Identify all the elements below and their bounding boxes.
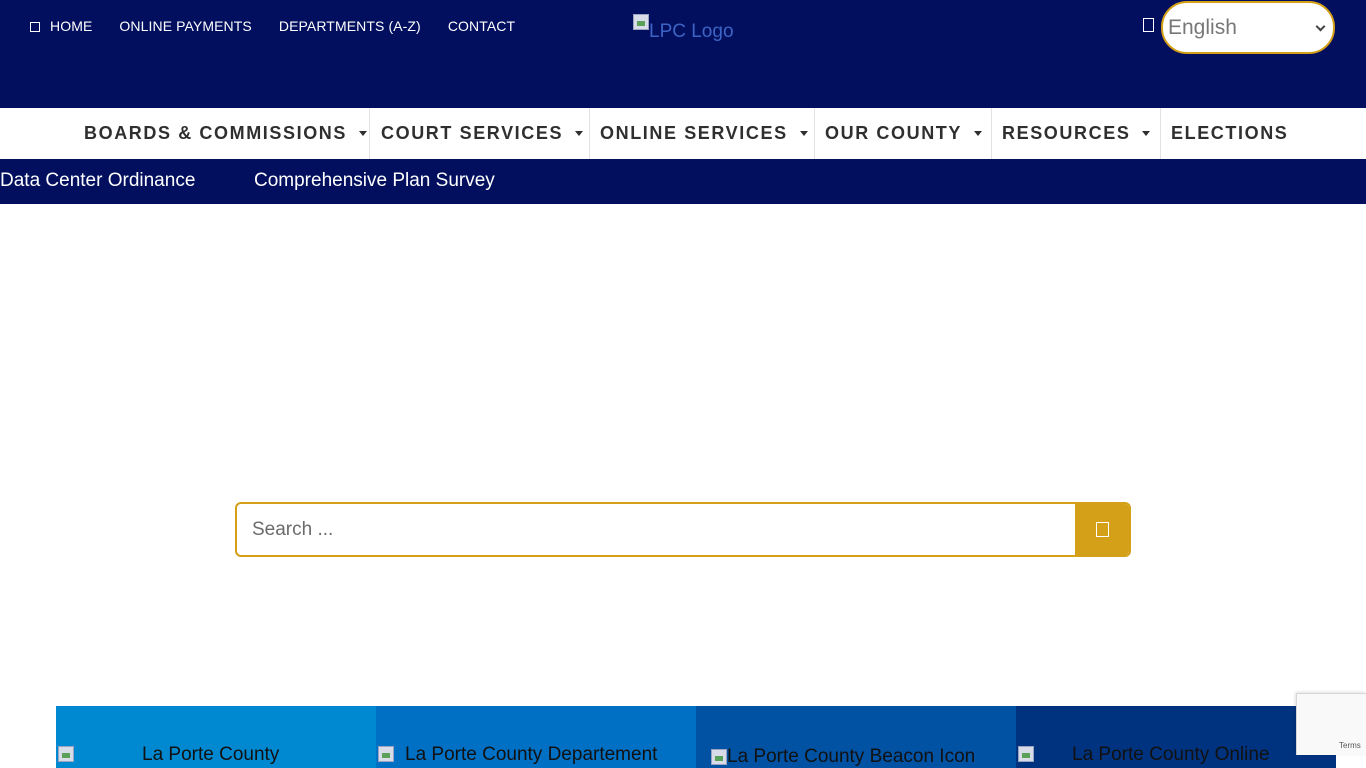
- caret-down-icon: [1142, 131, 1151, 136]
- broken-image-icon: [711, 749, 727, 765]
- site-logo[interactable]: LPC Logo: [633, 14, 734, 44]
- nav-divider: [589, 108, 590, 159]
- broken-image-icon: [58, 746, 74, 762]
- quick-link-tile[interactable]: La Porte County Departement: [376, 706, 696, 768]
- nav-divider: [369, 108, 370, 159]
- broken-image-icon: [378, 746, 394, 762]
- online-payments-link[interactable]: ONLINE PAYMENTS: [119, 18, 251, 34]
- search-button[interactable]: [1075, 504, 1129, 555]
- nav-label: ELECTIONS: [1171, 123, 1289, 143]
- tile-label: La Porte County Online: [1072, 744, 1270, 765]
- nav-court-services[interactable]: COURT SERVICES: [381, 108, 584, 159]
- search-icon: [1095, 522, 1109, 537]
- contact-link[interactable]: CONTACT: [448, 18, 515, 34]
- broken-image-icon: [1018, 746, 1034, 762]
- nav-elections[interactable]: ELECTIONS: [1171, 108, 1288, 159]
- main-nav: BOARDS & COMMISSIONS COURT SERVICES ONLI…: [0, 108, 1366, 159]
- announcement-bar: Data Center Ordinance Comprehensive Plan…: [0, 159, 1366, 204]
- language-selected-value: English: [1168, 15, 1237, 39]
- caret-down-icon: [359, 131, 368, 136]
- nav-label: ONLINE SERVICES: [600, 123, 788, 143]
- caret-down-icon: [974, 131, 982, 136]
- nav-label: BOARDS & COMMISSIONS: [84, 123, 348, 143]
- tile-label: La Porte County Beacon Icon: [727, 746, 976, 767]
- search-input[interactable]: [237, 504, 1077, 555]
- data-center-ordinance-link[interactable]: Data Center Ordinance: [0, 170, 195, 192]
- departments-link[interactable]: DEPARTMENTS (A-Z): [279, 18, 421, 34]
- nav-divider: [991, 108, 992, 159]
- language-select[interactable]: English: [1161, 1, 1335, 54]
- site-search: [235, 502, 1131, 557]
- home-label: HOME: [50, 18, 93, 34]
- home-link[interactable]: HOME: [30, 18, 92, 34]
- nav-label: RESOURCES: [1002, 123, 1131, 143]
- quick-link-tile[interactable]: La Porte County Beacon Icon: [696, 706, 1016, 768]
- utility-nav: HOME ONLINE PAYMENTS DEPARTMENTS (A-Z) C…: [30, 18, 542, 34]
- chevron-down-icon: [1315, 21, 1326, 32]
- nav-divider: [1160, 108, 1161, 159]
- recaptcha-terms-link[interactable]: Terms: [1339, 741, 1361, 750]
- caret-down-icon: [799, 131, 808, 136]
- quick-link-tile[interactable]: La Porte County Online: [1016, 706, 1336, 768]
- nav-divider: [814, 108, 815, 159]
- tile-label: La Porte County Departement: [405, 744, 658, 765]
- nav-boards-commissions[interactable]: BOARDS & COMMISSIONS: [84, 108, 368, 159]
- broken-image-icon: [633, 14, 649, 30]
- caret-down-icon: [575, 131, 584, 136]
- nav-resources[interactable]: RESOURCES: [1002, 108, 1151, 159]
- nav-online-services[interactable]: ONLINE SERVICES: [600, 108, 808, 159]
- quick-link-tile[interactable]: La Porte County: [56, 706, 376, 768]
- logo-alt-text: LPC Logo: [649, 21, 734, 42]
- nav-our-county[interactable]: OUR COUNTY: [825, 108, 982, 159]
- tile-label: La Porte County: [142, 744, 280, 765]
- nav-label: COURT SERVICES: [381, 123, 564, 143]
- language-icon: [1143, 18, 1154, 32]
- nav-label: OUR COUNTY: [825, 123, 962, 143]
- top-header: HOME ONLINE PAYMENTS DEPARTMENTS (A-Z) C…: [0, 0, 1366, 108]
- home-icon: [30, 22, 40, 32]
- recaptcha-badge[interactable]: Terms: [1296, 693, 1366, 755]
- comprehensive-plan-survey-link[interactable]: Comprehensive Plan Survey: [254, 170, 495, 192]
